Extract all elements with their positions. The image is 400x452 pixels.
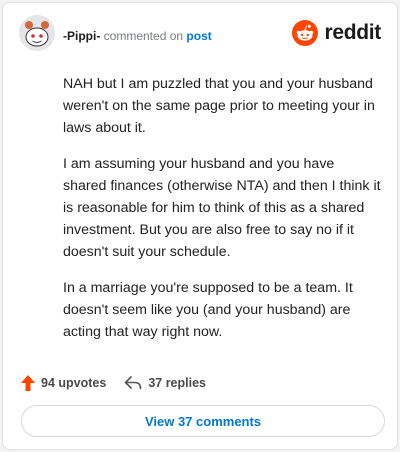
reddit-wordmark: reddit [324, 21, 381, 44]
comment-stats: 94 upvotes 37 replies [21, 373, 206, 393]
avatar-icon [19, 15, 55, 51]
comment-paragraph: In a marriage you're supposed to be a te… [63, 280, 353, 340]
view-comments-button[interactable]: View 37 comments [21, 405, 385, 437]
reddit-snoo-icon [292, 20, 319, 46]
comment-body: NAH but I am puzzled that you and your h… [63, 73, 381, 357]
comment-paragraph: I am assuming your husband and you have … [63, 156, 381, 260]
replies-stat[interactable]: 37 replies [124, 376, 206, 390]
upvotes-label: 94 upvotes [41, 376, 107, 390]
reddit-logo[interactable]: reddit [292, 19, 381, 47]
replies-label: 37 replies [148, 376, 206, 390]
comment-card: -Pippi- commented on post reddit NAH but… [2, 2, 398, 450]
comment-paragraph: NAH but I am puzzled that you and your h… [63, 76, 375, 136]
action-text: commented on [103, 29, 184, 43]
comment-header: -Pippi- commented on post reddit [19, 15, 381, 55]
upvote-arrow-icon [21, 375, 35, 391]
reply-arrow-icon [125, 376, 142, 390]
comment-byline: -Pippi- commented on post [63, 29, 212, 43]
user-avatar[interactable] [19, 15, 55, 51]
upvotes-stat[interactable]: 94 upvotes [21, 375, 106, 391]
username-link[interactable]: -Pippi- [63, 29, 100, 43]
post-link[interactable]: post [186, 29, 211, 43]
